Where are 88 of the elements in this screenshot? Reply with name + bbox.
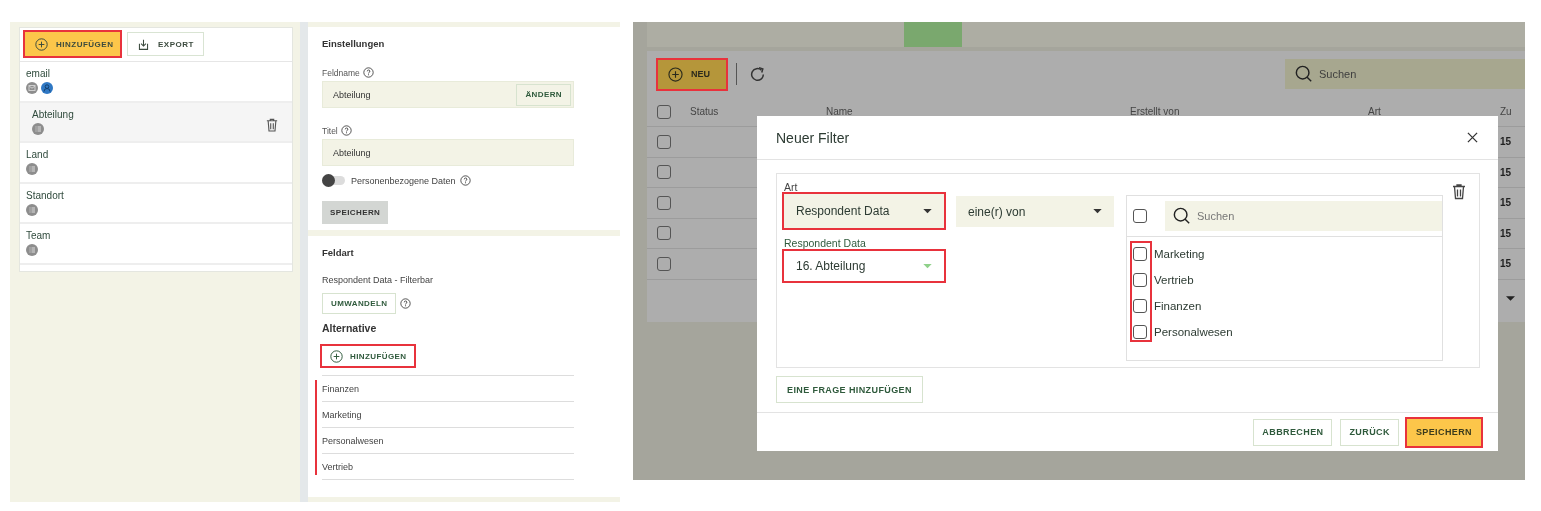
field-name: Team (26, 230, 51, 241)
list-item[interactable]: Personalwesen (322, 428, 574, 454)
column-header: Name (826, 106, 853, 117)
field-row[interactable]: Abteilung (20, 102, 292, 143)
checkbox[interactable] (1133, 209, 1147, 223)
close-icon[interactable] (1467, 132, 1478, 143)
save-button[interactable]: SPEICHERN (322, 201, 389, 224)
trash-icon[interactable] (1452, 183, 1466, 200)
search-field[interactable]: Suchen (1165, 201, 1442, 231)
field-label: Art (784, 181, 799, 193)
caret-icon (1093, 209, 1102, 214)
cancel-button[interactable]: ABBRECHEN (1253, 418, 1333, 446)
export-button[interactable]: EXPORT (127, 32, 204, 56)
column-header: Art (1368, 106, 1381, 117)
list-item[interactable]: Marketing (322, 402, 574, 428)
checkbox[interactable] (657, 165, 671, 180)
checkbox[interactable] (657, 195, 671, 210)
section-heading: Alternative (322, 322, 377, 334)
option-label: Finanzen (1154, 300, 1202, 312)
field-label: Feldname (322, 67, 360, 78)
field-label: Titel (322, 125, 338, 136)
list-badge-icon (26, 203, 38, 216)
option-label: Personalwesen (1154, 326, 1233, 338)
type-dropdown[interactable]: Respondent Data (784, 194, 944, 228)
section-title: Einstellungen (322, 38, 385, 49)
checkbox[interactable] (1133, 273, 1147, 287)
field-name: Abteilung (32, 108, 74, 120)
plus-circle-icon (35, 37, 48, 51)
help-icon[interactable] (362, 67, 374, 78)
checkbox[interactable] (1133, 325, 1147, 339)
add-button[interactable]: HINZUFÜGEN (25, 32, 120, 56)
search-icon (1173, 207, 1191, 225)
checkbox[interactable] (1133, 247, 1147, 261)
field-name-input[interactable]: Abteilung ÄNDERN (322, 81, 574, 108)
download-icon (137, 37, 150, 51)
checkbox[interactable] (1133, 299, 1147, 313)
checkbox[interactable] (657, 104, 671, 119)
back-button[interactable]: ZURÜCK (1340, 418, 1399, 446)
column-header: Erstellt von (1130, 106, 1180, 117)
trash-icon[interactable] (266, 118, 278, 133)
checkbox[interactable] (657, 134, 671, 149)
table-cell: 15 (1500, 136, 1512, 148)
table-cell: 15 (1500, 227, 1512, 239)
checkbox[interactable] (657, 226, 671, 241)
table-cell: 15 (1500, 166, 1512, 178)
caret-icon[interactable] (1506, 295, 1515, 302)
caret-icon (923, 208, 932, 214)
active-tab-marker (904, 22, 962, 47)
change-button[interactable]: ÄNDERN (516, 83, 571, 106)
help-icon[interactable] (400, 298, 412, 309)
list-item[interactable]: Vertrieb (322, 454, 574, 480)
list-badge-icon (26, 163, 38, 175)
field-label: Respondent Data (784, 237, 867, 249)
refresh-icon[interactable] (749, 65, 766, 83)
toggle-switch[interactable] (322, 176, 345, 185)
save-button[interactable]: SPEICHERN (1406, 418, 1481, 446)
option-label: Vertrieb (1154, 274, 1194, 286)
new-button[interactable]: NEU (658, 59, 726, 89)
field-name: Standort (26, 189, 64, 201)
help-icon[interactable] (459, 175, 471, 186)
table-cell: 15 (1500, 258, 1512, 270)
checkbox[interactable] (657, 256, 671, 271)
toggle-label: Personenbezogene Daten (351, 175, 456, 186)
list-item[interactable]: Finanzen (322, 376, 574, 402)
table-cell: 15 (1500, 197, 1512, 209)
search-icon (1295, 65, 1313, 83)
column-header: Zu (1500, 106, 1512, 117)
dialog-title: Neuer Filter (776, 129, 850, 146)
caret-icon (923, 263, 932, 269)
section-title: Feldart (322, 247, 354, 258)
person-badge-icon (41, 82, 53, 94)
mail-badge-icon (26, 82, 38, 94)
list-badge-icon (26, 244, 38, 256)
field-name: email (26, 68, 50, 79)
plus-circle-icon (668, 66, 683, 82)
field-name: Land (26, 149, 49, 160)
column-header: Status (690, 106, 719, 117)
option-label: Marketing (1154, 248, 1205, 260)
add-button[interactable]: HINZUFÜGEN (322, 346, 415, 366)
search-field[interactable]: Suchen (1285, 59, 1525, 89)
operator-dropdown[interactable]: eine(r) von (956, 196, 1114, 227)
field-type-text: Respondent Data - Filterbar (322, 275, 434, 285)
convert-button[interactable]: UMWANDELN (322, 293, 397, 314)
list-badge-icon (32, 122, 44, 135)
add-question-button[interactable]: EINE FRAGE HINZUFÜGEN (776, 376, 923, 403)
plus-circle-icon (330, 349, 343, 363)
help-icon[interactable] (340, 125, 352, 136)
title-input[interactable]: Abteilung (322, 139, 574, 166)
